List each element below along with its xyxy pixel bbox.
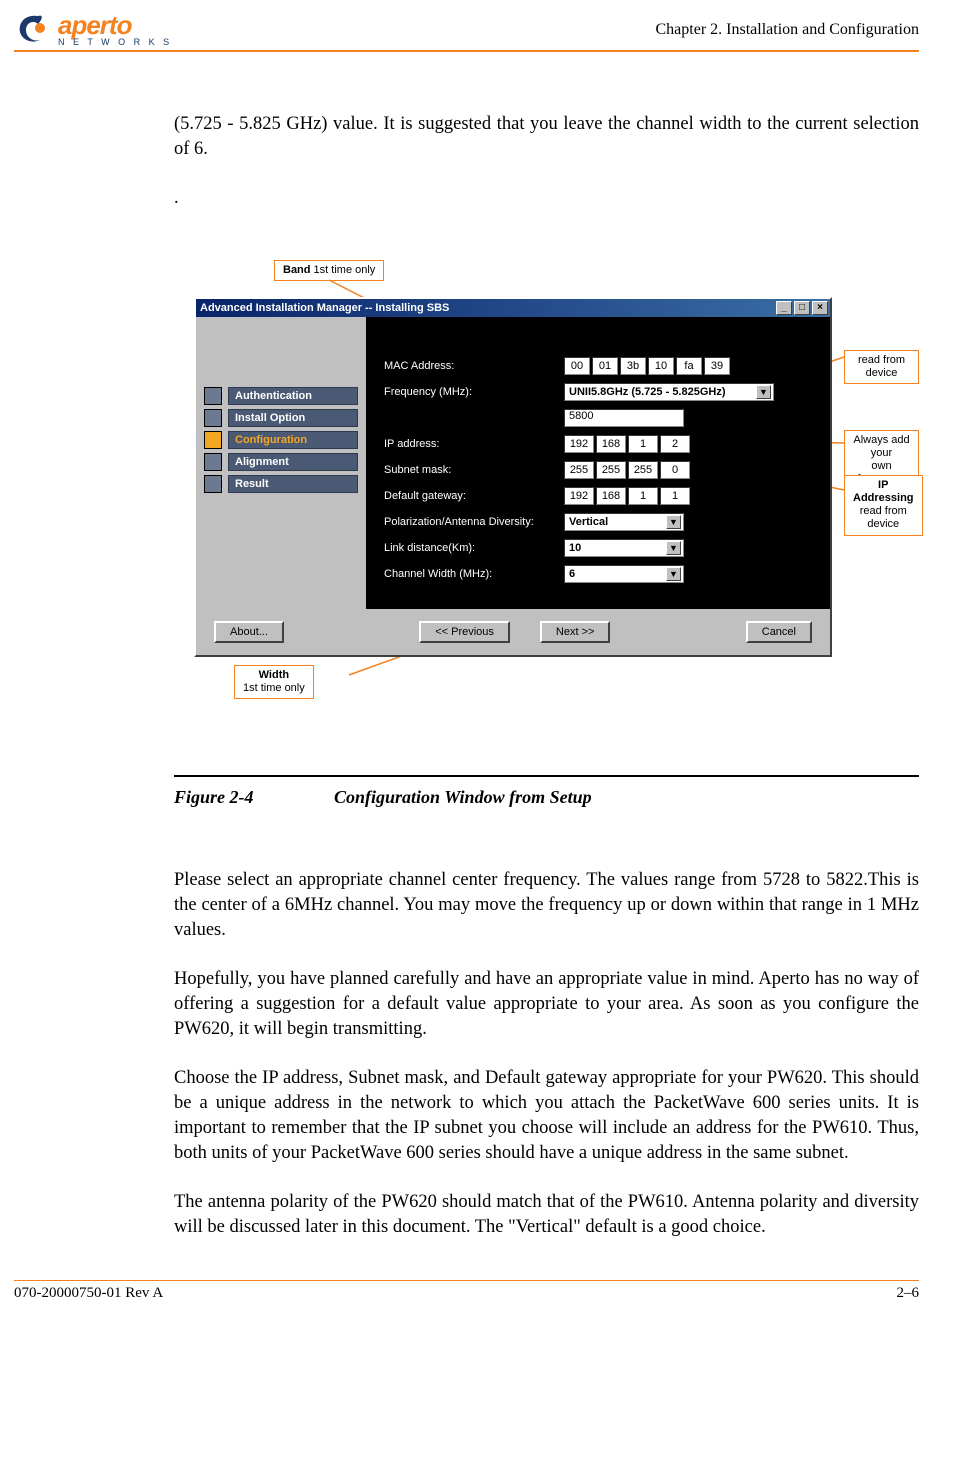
mac-address-field[interactable]: 00 01 3b 10 fa 39 xyxy=(564,357,730,375)
para-3: Choose the IP address, Subnet mask, and … xyxy=(174,1066,919,1166)
ip-address-field[interactable]: 192 168 1 2 xyxy=(564,435,690,453)
step-box-icon xyxy=(204,409,222,427)
logo-swirl-icon xyxy=(14,12,52,48)
aperto-logo: aperto N E T W O R K S xyxy=(14,12,172,48)
sidebar-item-authentication[interactable]: Authentication xyxy=(204,387,358,405)
channel-width-label: Channel Width (MHz): xyxy=(384,568,554,580)
maximize-button[interactable]: □ xyxy=(794,301,810,315)
lone-period: . xyxy=(174,186,919,211)
subnet-mask-field[interactable]: 255 255 255 0 xyxy=(564,461,690,479)
window-title: Advanced Installation Manager -- Install… xyxy=(200,302,449,314)
para-1: Please select an appropriate channel cen… xyxy=(174,868,919,943)
footer-doc-id: 070-20000750-01 Rev A xyxy=(14,1285,163,1302)
sidebar-item-result[interactable]: Result xyxy=(204,475,358,493)
window-titlebar[interactable]: Advanced Installation Manager -- Install… xyxy=(196,299,830,317)
chevron-down-icon: ▼ xyxy=(666,515,681,529)
step-box-icon xyxy=(204,453,222,471)
polarization-dropdown[interactable]: Vertical ▼ xyxy=(564,513,684,531)
frequency-label: Frequency (MHz): xyxy=(384,386,554,398)
previous-button[interactable]: << Previous xyxy=(419,621,510,643)
callout-width: Width 1st time only xyxy=(234,665,314,699)
link-distance-dropdown[interactable]: 10 ▼ xyxy=(564,539,684,557)
para-2: Hopefully, you have planned carefully an… xyxy=(174,967,919,1042)
page-header: aperto N E T W O R K S Chapter 2. Instal… xyxy=(14,12,919,52)
figure-caption: Figure 2-4Configuration Window from Setu… xyxy=(174,775,919,808)
minimize-button[interactable]: _ xyxy=(776,301,792,315)
chevron-down-icon: ▼ xyxy=(666,541,681,555)
logo-sub: N E T W O R K S xyxy=(58,38,172,46)
ip-label: IP address: xyxy=(384,438,554,450)
config-window: Advanced Installation Manager -- Install… xyxy=(194,297,832,657)
sidebar-item-alignment[interactable]: Alignment xyxy=(204,453,358,471)
polarization-label: Polarization/Antenna Diversity: xyxy=(384,516,554,528)
config-form: MAC Address: 00 01 3b 10 fa 39 Fre xyxy=(366,317,830,609)
cancel-button[interactable]: Cancel xyxy=(746,621,812,643)
gateway-label: Default gateway: xyxy=(384,490,554,502)
close-button[interactable]: × xyxy=(812,301,828,315)
chevron-down-icon: ▼ xyxy=(756,385,771,399)
link-distance-label: Link distance(Km): xyxy=(384,542,554,554)
chapter-label: Chapter 2. Installation and Configuratio… xyxy=(656,21,920,39)
gateway-field[interactable]: 192 168 1 1 xyxy=(564,487,690,505)
sidebar-item-install-option[interactable]: Install Option xyxy=(204,409,358,427)
callout-read-device: read from device xyxy=(844,350,919,384)
wizard-sidebar: Authentication Install Option Configurat… xyxy=(196,317,366,609)
wizard-button-bar: About... << Previous Next >> Cancel xyxy=(196,609,830,655)
step-box-icon xyxy=(204,475,222,493)
callout-ip: IP Addressingread from device xyxy=(844,475,923,536)
mac-label: MAC Address: xyxy=(384,360,554,372)
para-4: The antenna polarity of the PW620 should… xyxy=(174,1190,919,1240)
step-box-icon xyxy=(204,431,222,449)
callout-band: Band 1st time only xyxy=(274,260,384,281)
frequency-band-dropdown[interactable]: UNII5.8GHz (5.725 - 5.825GHz) ▼ xyxy=(564,383,774,401)
subnet-label: Subnet mask: xyxy=(384,464,554,476)
intro-paragraph: (5.725 - 5.825 GHz) value. It is suggest… xyxy=(174,112,919,162)
footer-page-number: 2–6 xyxy=(897,1285,920,1302)
logo-word: aperto xyxy=(58,14,172,37)
page-footer: 070-20000750-01 Rev A 2–6 xyxy=(14,1280,919,1302)
about-button[interactable]: About... xyxy=(214,621,284,643)
step-box-icon xyxy=(204,387,222,405)
frequency-value-input[interactable]: 5800 xyxy=(564,409,684,427)
next-button[interactable]: Next >> xyxy=(540,621,611,643)
sidebar-item-configuration[interactable]: Configuration xyxy=(204,431,358,449)
chevron-down-icon: ▼ xyxy=(666,567,681,581)
channel-width-dropdown[interactable]: 6 ▼ xyxy=(564,565,684,583)
